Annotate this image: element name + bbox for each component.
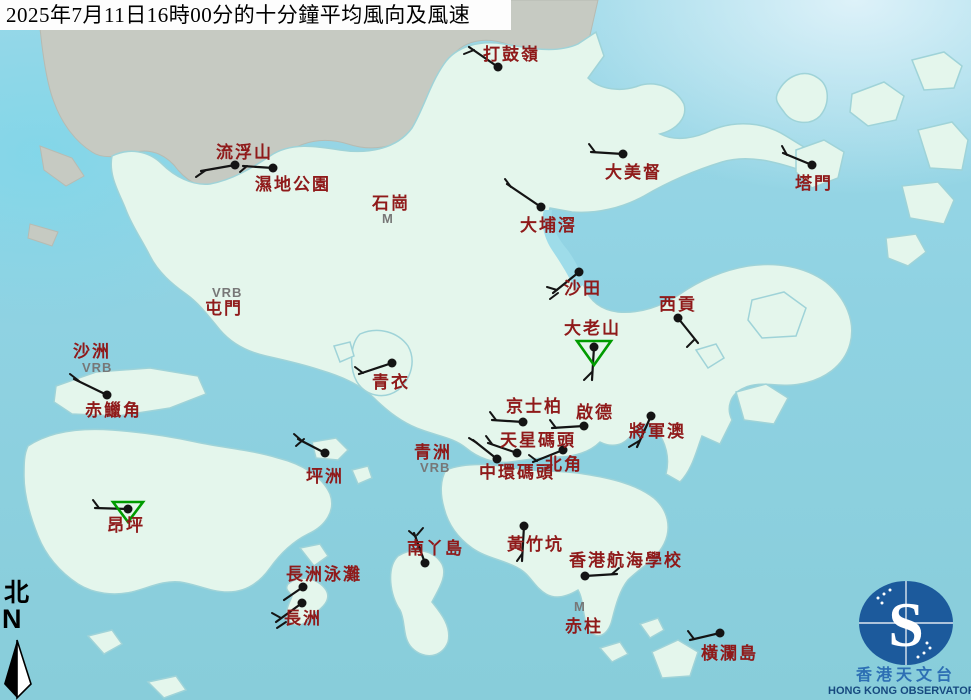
station-label: 沙田 (564, 280, 602, 297)
wind-barb-feather (417, 528, 423, 535)
hko-logo-name-en: HONG KONG OBSERVATORY (828, 686, 971, 697)
station-label: 西貢 (659, 296, 697, 313)
station-label: 流浮山 (216, 144, 273, 161)
station-label: 塔門 (795, 175, 833, 192)
station-label: 香港航海學校 (569, 552, 683, 569)
station-aux-label: VRB (212, 286, 242, 299)
station-label: 長洲泳灘 (286, 566, 362, 583)
station-label: 北角 (545, 456, 583, 473)
station-dot (269, 164, 278, 173)
station-label: 石崗 (372, 195, 410, 212)
station-dot (580, 422, 589, 431)
hong-kong-map: S (0, 0, 971, 700)
station-label: 將軍澳 (629, 423, 686, 440)
station-dot (388, 359, 397, 368)
station-dot (520, 522, 529, 531)
station-label: 大埔滘 (520, 217, 577, 234)
compass-needle-icon (4, 640, 31, 698)
station-dot (716, 629, 725, 638)
hko-logo-name-cn: 香港天文台 (830, 668, 971, 684)
station-label: 沙洲 (73, 343, 111, 360)
station-aux-label: M (574, 600, 586, 613)
station-label: 中環碼頭 (479, 464, 555, 481)
station-dot (321, 449, 330, 458)
station-dot (537, 203, 546, 212)
station-label: 橫瀾島 (701, 645, 758, 662)
wind-barb-feather (688, 631, 694, 639)
station-label: 長洲 (284, 610, 322, 627)
station-dot (590, 343, 599, 352)
station-label: 黃竹坑 (507, 536, 564, 553)
station-dot (103, 391, 112, 400)
station-label: 打鼓嶺 (483, 46, 540, 63)
station-label: 天星碼頭 (500, 432, 576, 449)
compass-north-cn: 北 (4, 581, 29, 606)
wind-barb-feather (272, 613, 281, 618)
station-dot (619, 150, 628, 159)
station-label: 大美督 (605, 164, 662, 181)
station-dot (808, 161, 817, 170)
station-label: 啟德 (576, 404, 614, 421)
station-dot (124, 505, 133, 514)
station-dot (581, 572, 590, 581)
station-label: 濕地公園 (255, 176, 331, 193)
station-label: 屯門 (205, 300, 243, 317)
station-label: 京士柏 (506, 398, 563, 415)
hko-logo-icon: S (859, 581, 953, 665)
station-label: 青衣 (372, 374, 410, 391)
station-dot (298, 599, 307, 608)
station-label: 大老山 (564, 320, 621, 337)
logo-swirl: S (888, 589, 924, 660)
station-aux-label: VRB (82, 361, 112, 374)
wind-map-canvas: S 打鼓嶺流浮山濕地公園石崗M大美督塔門大埔滘沙田西貢大老山屯門VRB沙洲VRB… (0, 0, 971, 700)
station-aux-label: M (382, 212, 394, 225)
station-label: 赤鱲角 (85, 402, 142, 419)
station-label: 青洲 (414, 444, 452, 461)
station-label: 昂坪 (107, 517, 145, 534)
map-title: 2025年7月11日16時00分的十分鐘平均風向及風速 (0, 0, 511, 30)
station-dot (674, 314, 683, 323)
station-dot (647, 412, 656, 421)
station-dot (519, 418, 528, 427)
station-dot (575, 268, 584, 277)
compass-north-letter: N (2, 606, 22, 633)
station-label: 南丫島 (407, 540, 464, 557)
station-label: 赤柱 (565, 618, 603, 635)
station-label: 坪洲 (306, 468, 344, 485)
station-aux-label: VRB (420, 461, 450, 474)
station-dot (421, 559, 430, 568)
